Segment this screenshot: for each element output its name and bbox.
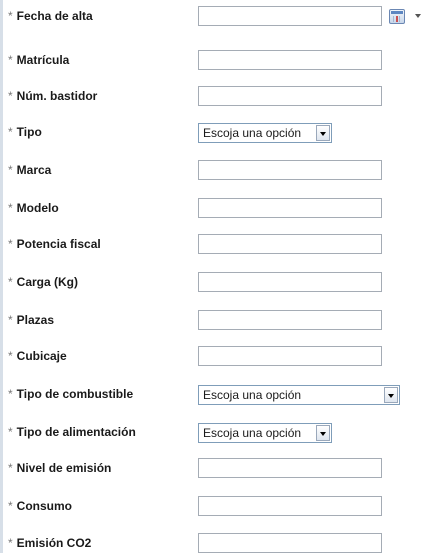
tipo-alimentacion-select-value: Escoja una opción — [203, 426, 302, 440]
field-row-tipo: * Tipo Escoja una opción — [0, 120, 428, 144]
calendar-icon[interactable] — [389, 9, 405, 24]
field-row-carga: * Carga (Kg) — [0, 270, 428, 294]
required-marker: * — [8, 275, 13, 289]
required-marker: * — [8, 313, 13, 327]
field-label-cubicaje: * Cubicaje — [8, 349, 67, 363]
required-marker: * — [8, 536, 13, 550]
chevron-down-icon[interactable] — [415, 14, 421, 18]
required-marker: * — [8, 499, 13, 513]
required-marker: * — [8, 349, 13, 363]
required-marker: * — [8, 9, 13, 23]
chevron-down-icon[interactable] — [316, 125, 330, 141]
field-row-emision-co2: * Emisión CO2 — [0, 531, 428, 553]
field-label-modelo: * Modelo — [8, 201, 59, 215]
field-row-matricula: * Matrícula — [0, 48, 428, 72]
field-row-cubicaje: * Cubicaje — [0, 344, 428, 368]
required-marker: * — [8, 201, 13, 215]
required-marker: * — [8, 237, 13, 251]
tipo-alimentacion-select[interactable]: Escoja una opción — [198, 423, 332, 443]
field-row-modelo: * Modelo — [0, 196, 428, 220]
field-label-fecha-alta: * Fecha de alta — [8, 9, 93, 23]
field-label-tipo-alimentacion: * Tipo de alimentación — [8, 425, 136, 439]
field-label-tipo-combustible: * Tipo de combustible — [8, 387, 134, 401]
field-row-marca: * Marca — [0, 158, 428, 182]
tipo-combustible-select-value: Escoja una opción — [203, 388, 302, 402]
carga-input[interactable] — [198, 272, 382, 292]
required-marker: * — [8, 53, 13, 67]
plazas-input[interactable] — [198, 310, 382, 330]
potencia-fiscal-input[interactable] — [198, 234, 382, 254]
matricula-input[interactable] — [198, 50, 382, 70]
required-marker: * — [8, 387, 13, 401]
field-row-fecha-alta: * Fecha de alta — [0, 4, 428, 28]
required-marker: * — [8, 425, 13, 439]
field-label-potencia-fiscal: * Potencia fiscal — [8, 237, 101, 251]
modelo-input[interactable] — [198, 198, 382, 218]
tipo-combustible-select[interactable]: Escoja una opción — [198, 385, 400, 405]
emision-co2-input[interactable] — [198, 533, 382, 553]
field-row-tipo-alimentacion: * Tipo de alimentación Escoja una opción — [0, 420, 428, 444]
field-row-potencia-fiscal: * Potencia fiscal — [0, 232, 428, 256]
required-marker: * — [8, 125, 13, 139]
chevron-down-icon[interactable] — [316, 425, 330, 441]
num-bastidor-input[interactable] — [198, 86, 382, 106]
field-row-num-bastidor: * Núm. bastidor — [0, 84, 428, 108]
marca-input[interactable] — [198, 160, 382, 180]
required-marker: * — [8, 163, 13, 177]
fecha-alta-input[interactable] — [198, 6, 382, 26]
field-label-num-bastidor: * Núm. bastidor — [8, 89, 98, 103]
tipo-select[interactable]: Escoja una opción — [198, 123, 332, 143]
field-label-emision-co2: * Emisión CO2 — [8, 536, 92, 550]
field-label-nivel-emision: * Nivel de emisión — [8, 461, 112, 475]
field-label-matricula: * Matrícula — [8, 53, 70, 67]
field-label-consumo: * Consumo — [8, 499, 73, 513]
field-row-plazas: * Plazas — [0, 308, 428, 332]
consumo-input[interactable] — [198, 496, 382, 516]
required-marker: * — [8, 461, 13, 475]
field-row-tipo-combustible: * Tipo de combustible Escoja una opción — [0, 382, 428, 406]
chevron-down-icon[interactable] — [384, 387, 398, 403]
field-label-tipo: * Tipo — [8, 125, 42, 139]
tipo-select-value: Escoja una opción — [203, 126, 302, 140]
field-label-carga: * Carga (Kg) — [8, 275, 79, 289]
nivel-emision-input[interactable] — [198, 458, 382, 478]
required-marker: * — [8, 89, 13, 103]
cubicaje-input[interactable] — [198, 346, 382, 366]
field-row-nivel-emision: * Nivel de emisión — [0, 456, 428, 480]
field-label-plazas: * Plazas — [8, 313, 55, 327]
field-label-marca: * Marca — [8, 163, 52, 177]
field-row-consumo: * Consumo — [0, 494, 428, 518]
